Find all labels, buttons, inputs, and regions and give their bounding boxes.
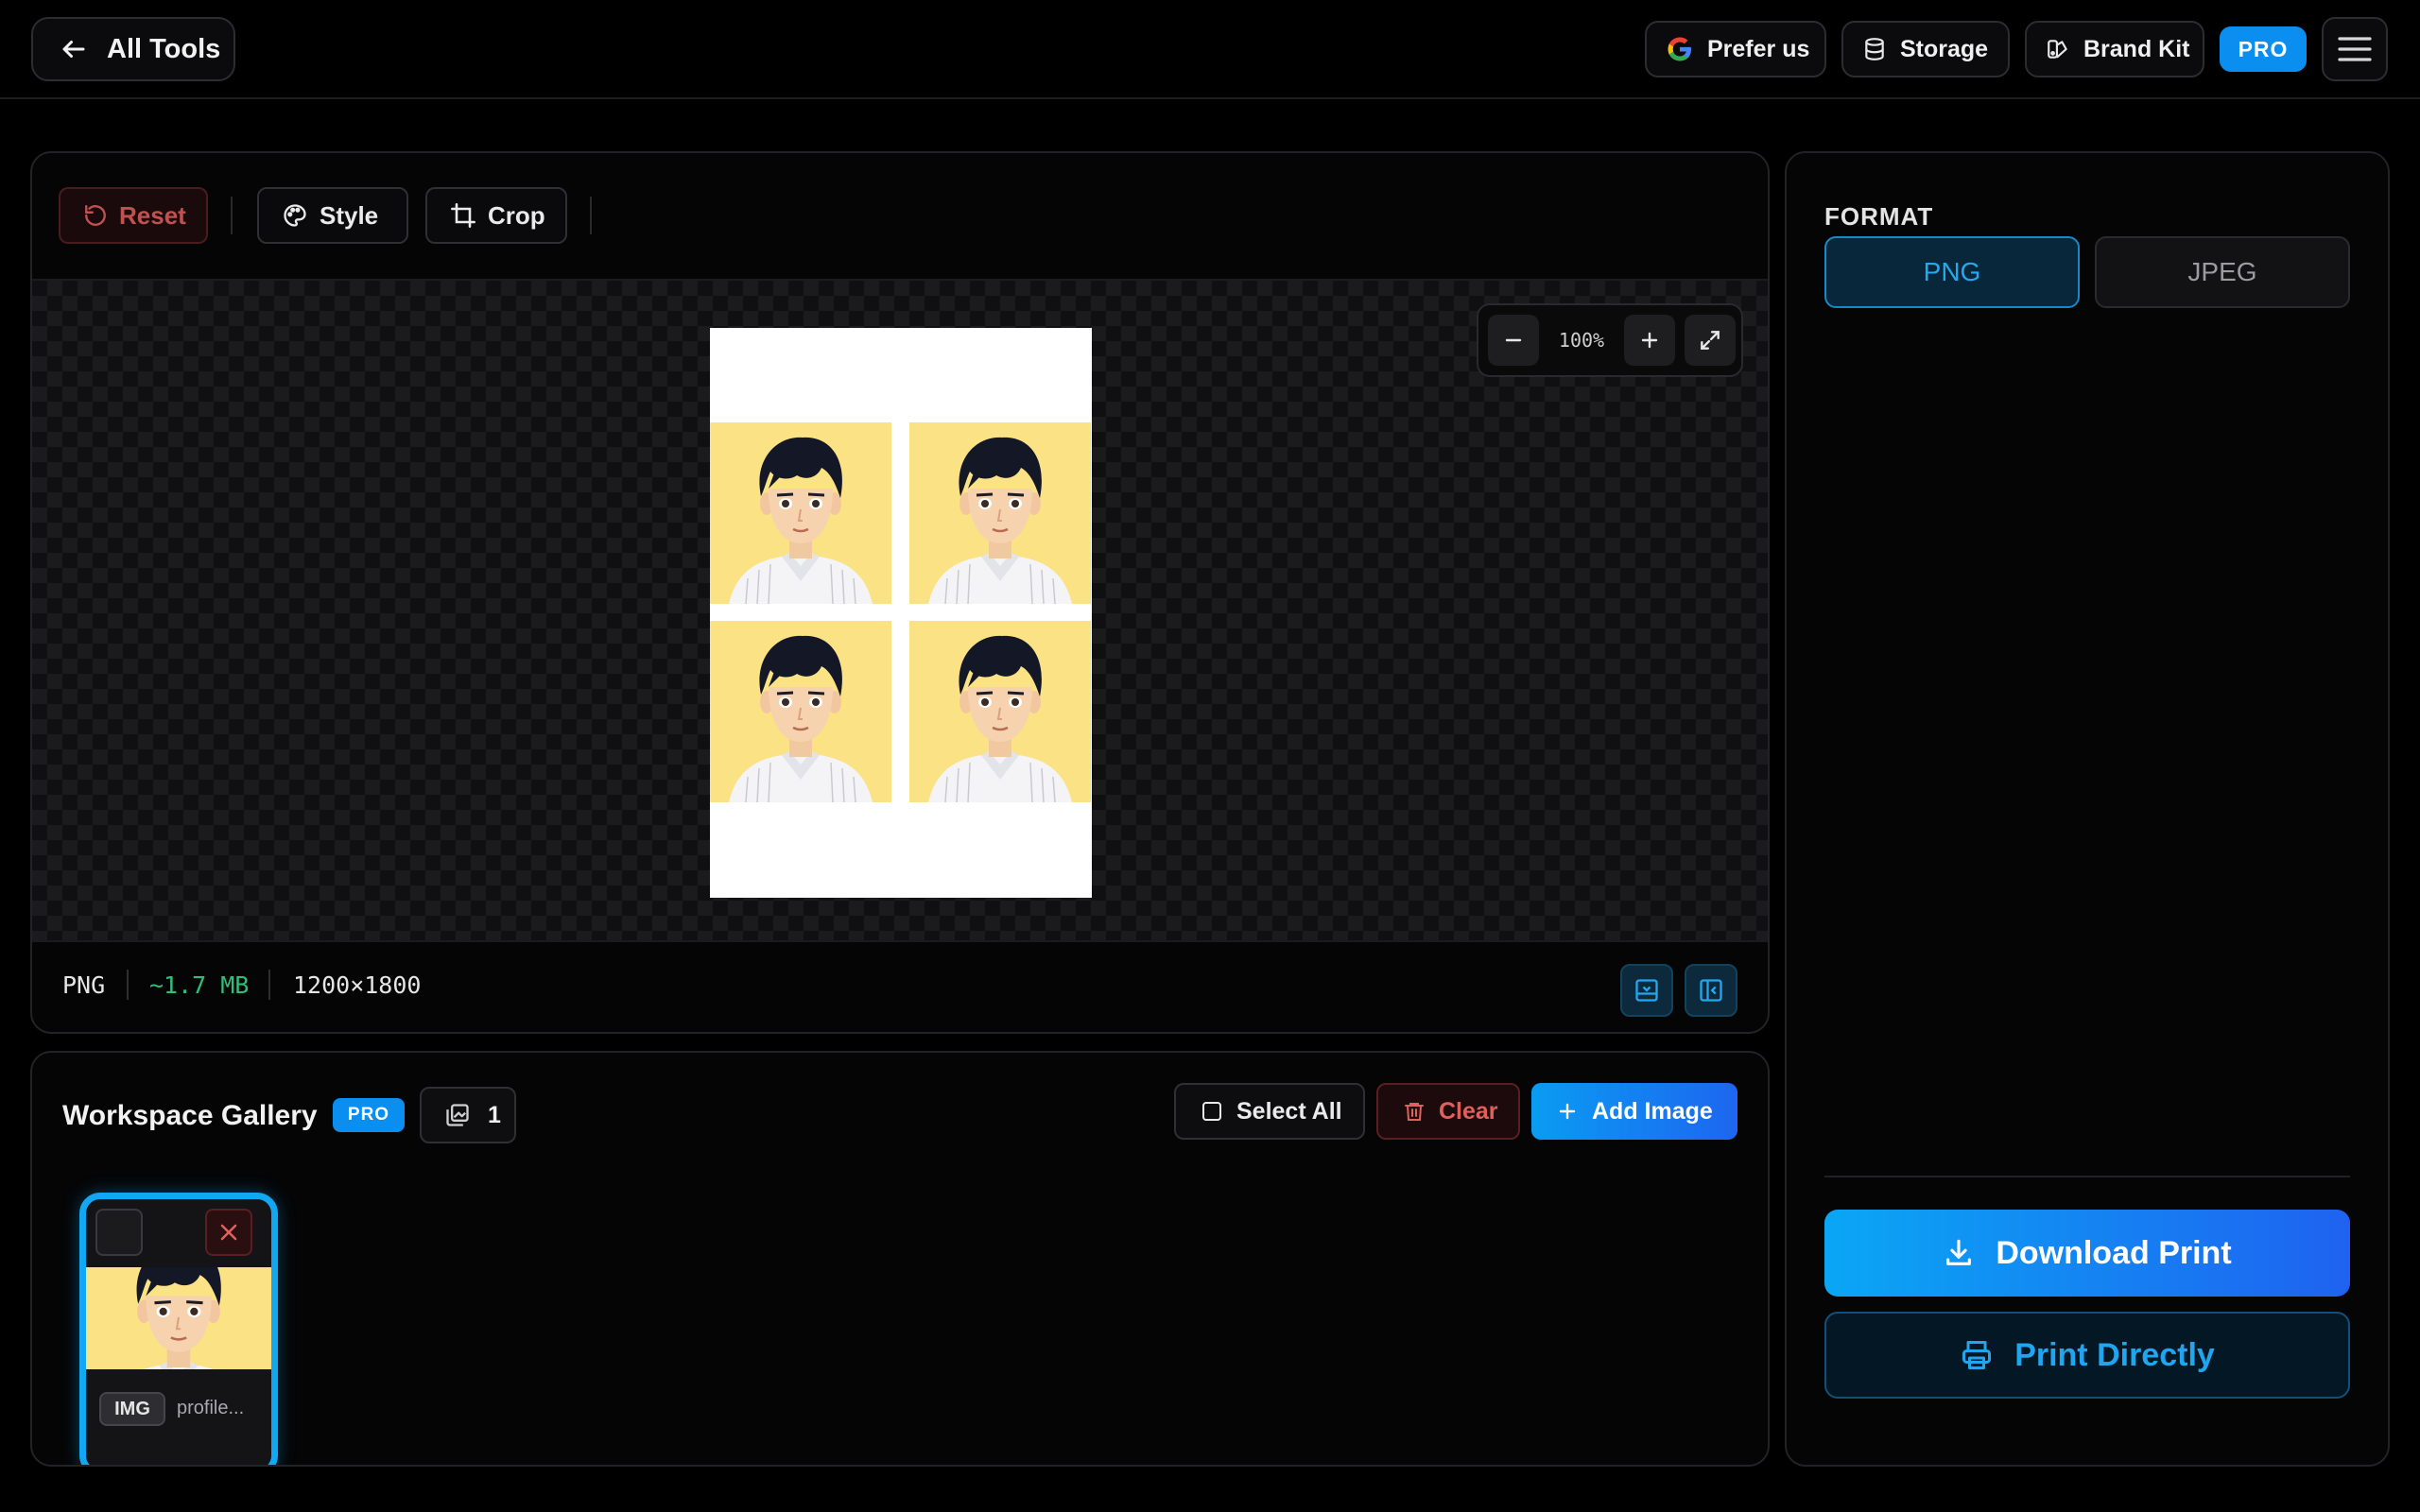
- fullscreen-button[interactable]: [1685, 315, 1736, 366]
- print-preview-sheet: [710, 328, 1092, 898]
- toolbar-divider: [590, 197, 592, 234]
- brand-kit-icon: [2046, 37, 2070, 61]
- zoom-controls: 100%: [1477, 303, 1743, 377]
- portrait-photo: [909, 621, 1091, 802]
- status-dimensions: 1200×1800: [293, 971, 422, 999]
- brand-kit-label: Brand Kit: [2083, 35, 2190, 62]
- style-label: Style: [320, 200, 379, 230]
- image-type-tag: IMG: [99, 1392, 165, 1426]
- style-button[interactable]: Style: [257, 187, 408, 244]
- pro-badge-top[interactable]: PRO: [2220, 26, 2307, 72]
- export-panel: FORMAT PNG JPEG Download Print Print Dir…: [1785, 151, 2390, 1467]
- format-option-jpeg[interactable]: JPEG: [2095, 236, 2350, 308]
- portrait-photo: [710, 422, 891, 604]
- gallery-thumbnail[interactable]: IMG profile...: [79, 1193, 278, 1465]
- status-bar: PNG ~1.7 MB 1200×1800: [32, 943, 1768, 1032]
- clear-label: Clear: [1439, 1097, 1498, 1125]
- storage-button[interactable]: Storage: [1841, 21, 2010, 77]
- clear-button[interactable]: Clear: [1376, 1083, 1520, 1140]
- minus-icon: [1502, 329, 1525, 352]
- all-tools-button[interactable]: All Tools: [31, 17, 235, 81]
- panel-bottom-icon: [1634, 977, 1660, 1004]
- thumbnail-footer: IMG profile...: [86, 1369, 271, 1465]
- download-print-label: Download Print: [1996, 1234, 2232, 1271]
- zoom-level: 100%: [1558, 329, 1605, 352]
- toolbar-divider: [231, 197, 233, 234]
- images-icon: [444, 1102, 471, 1128]
- side-panel-toggle[interactable]: [1685, 964, 1737, 1017]
- status-file-size: ~1.7 MB: [149, 971, 250, 999]
- editor-toolbar: Reset Style Crop: [32, 153, 1768, 281]
- zoom-in-button[interactable]: [1624, 315, 1675, 366]
- print-directly-button[interactable]: Print Directly: [1824, 1312, 2350, 1399]
- status-divider: [127, 970, 129, 1000]
- download-print-button[interactable]: Download Print: [1824, 1210, 2350, 1297]
- brand-kit-button[interactable]: Brand Kit: [2025, 21, 2204, 77]
- download-icon: [1943, 1237, 1975, 1269]
- status-format: PNG: [62, 971, 106, 999]
- palette-icon: [282, 202, 308, 229]
- all-tools-label: All Tools: [107, 33, 221, 64]
- reset-icon: [83, 203, 108, 228]
- portrait-photo: [710, 621, 891, 802]
- checkbox-icon: [1201, 1100, 1223, 1123]
- reset-label: Reset: [119, 200, 186, 230]
- hamburger-icon: [2337, 35, 2373, 63]
- prefer-us-button[interactable]: Prefer us: [1645, 21, 1826, 77]
- plus-icon: [1556, 1100, 1579, 1123]
- reset-button[interactable]: Reset: [59, 187, 208, 244]
- crop-icon: [450, 202, 476, 229]
- format-label: FORMAT: [1824, 202, 1934, 231]
- printer-icon: [1960, 1338, 1994, 1372]
- storage-label: Storage: [1900, 35, 1989, 62]
- crop-label: Crop: [488, 200, 545, 230]
- thumbnail-filename: profile...: [177, 1398, 245, 1418]
- select-all-label: Select All: [1236, 1097, 1342, 1125]
- workspace-gallery: Workspace Gallery PRO 1 Select All Clear…: [30, 1051, 1770, 1467]
- gallery-pro-badge: PRO: [333, 1098, 405, 1132]
- select-all-button[interactable]: Select All: [1174, 1083, 1365, 1140]
- gallery-count: 1: [488, 1101, 501, 1128]
- panel-divider: [1824, 1176, 2350, 1177]
- remove-thumbnail-button[interactable]: [205, 1209, 252, 1256]
- expand-icon: [1698, 328, 1722, 352]
- gallery-count-badge: 1: [420, 1087, 516, 1143]
- add-image-label: Add Image: [1592, 1097, 1713, 1125]
- zoom-out-button[interactable]: [1488, 315, 1539, 366]
- format-option-png[interactable]: PNG: [1824, 236, 2080, 308]
- trash-icon: [1403, 1099, 1426, 1124]
- prefer-us-label: Prefer us: [1707, 35, 1810, 62]
- gallery-title: Workspace Gallery: [62, 1100, 318, 1131]
- panel-left-icon: [1698, 977, 1724, 1004]
- canvas-area[interactable]: 100%: [32, 281, 1768, 942]
- portrait-photo: [909, 422, 1091, 604]
- close-icon: [217, 1221, 240, 1244]
- top-bar: All Tools Prefer us Storage Brand Kit PR…: [0, 0, 2420, 99]
- arrow-left-icon: [60, 35, 88, 63]
- google-icon: [1666, 35, 1694, 63]
- thumbnail-image: [86, 1267, 271, 1369]
- plus-icon: [1638, 329, 1661, 352]
- print-directly-label: Print Directly: [2014, 1336, 2215, 1373]
- add-image-button[interactable]: Add Image: [1531, 1083, 1737, 1140]
- thumbnail-checkbox[interactable]: [95, 1209, 143, 1256]
- status-divider: [268, 970, 270, 1000]
- editor-panel: Reset Style Crop 100% PNG ~1.7 MB 1200×1…: [30, 151, 1770, 1034]
- crop-button[interactable]: Crop: [425, 187, 567, 244]
- bottom-panel-toggle[interactable]: [1620, 964, 1673, 1017]
- database-icon: [1862, 37, 1887, 61]
- menu-button[interactable]: [2322, 17, 2388, 81]
